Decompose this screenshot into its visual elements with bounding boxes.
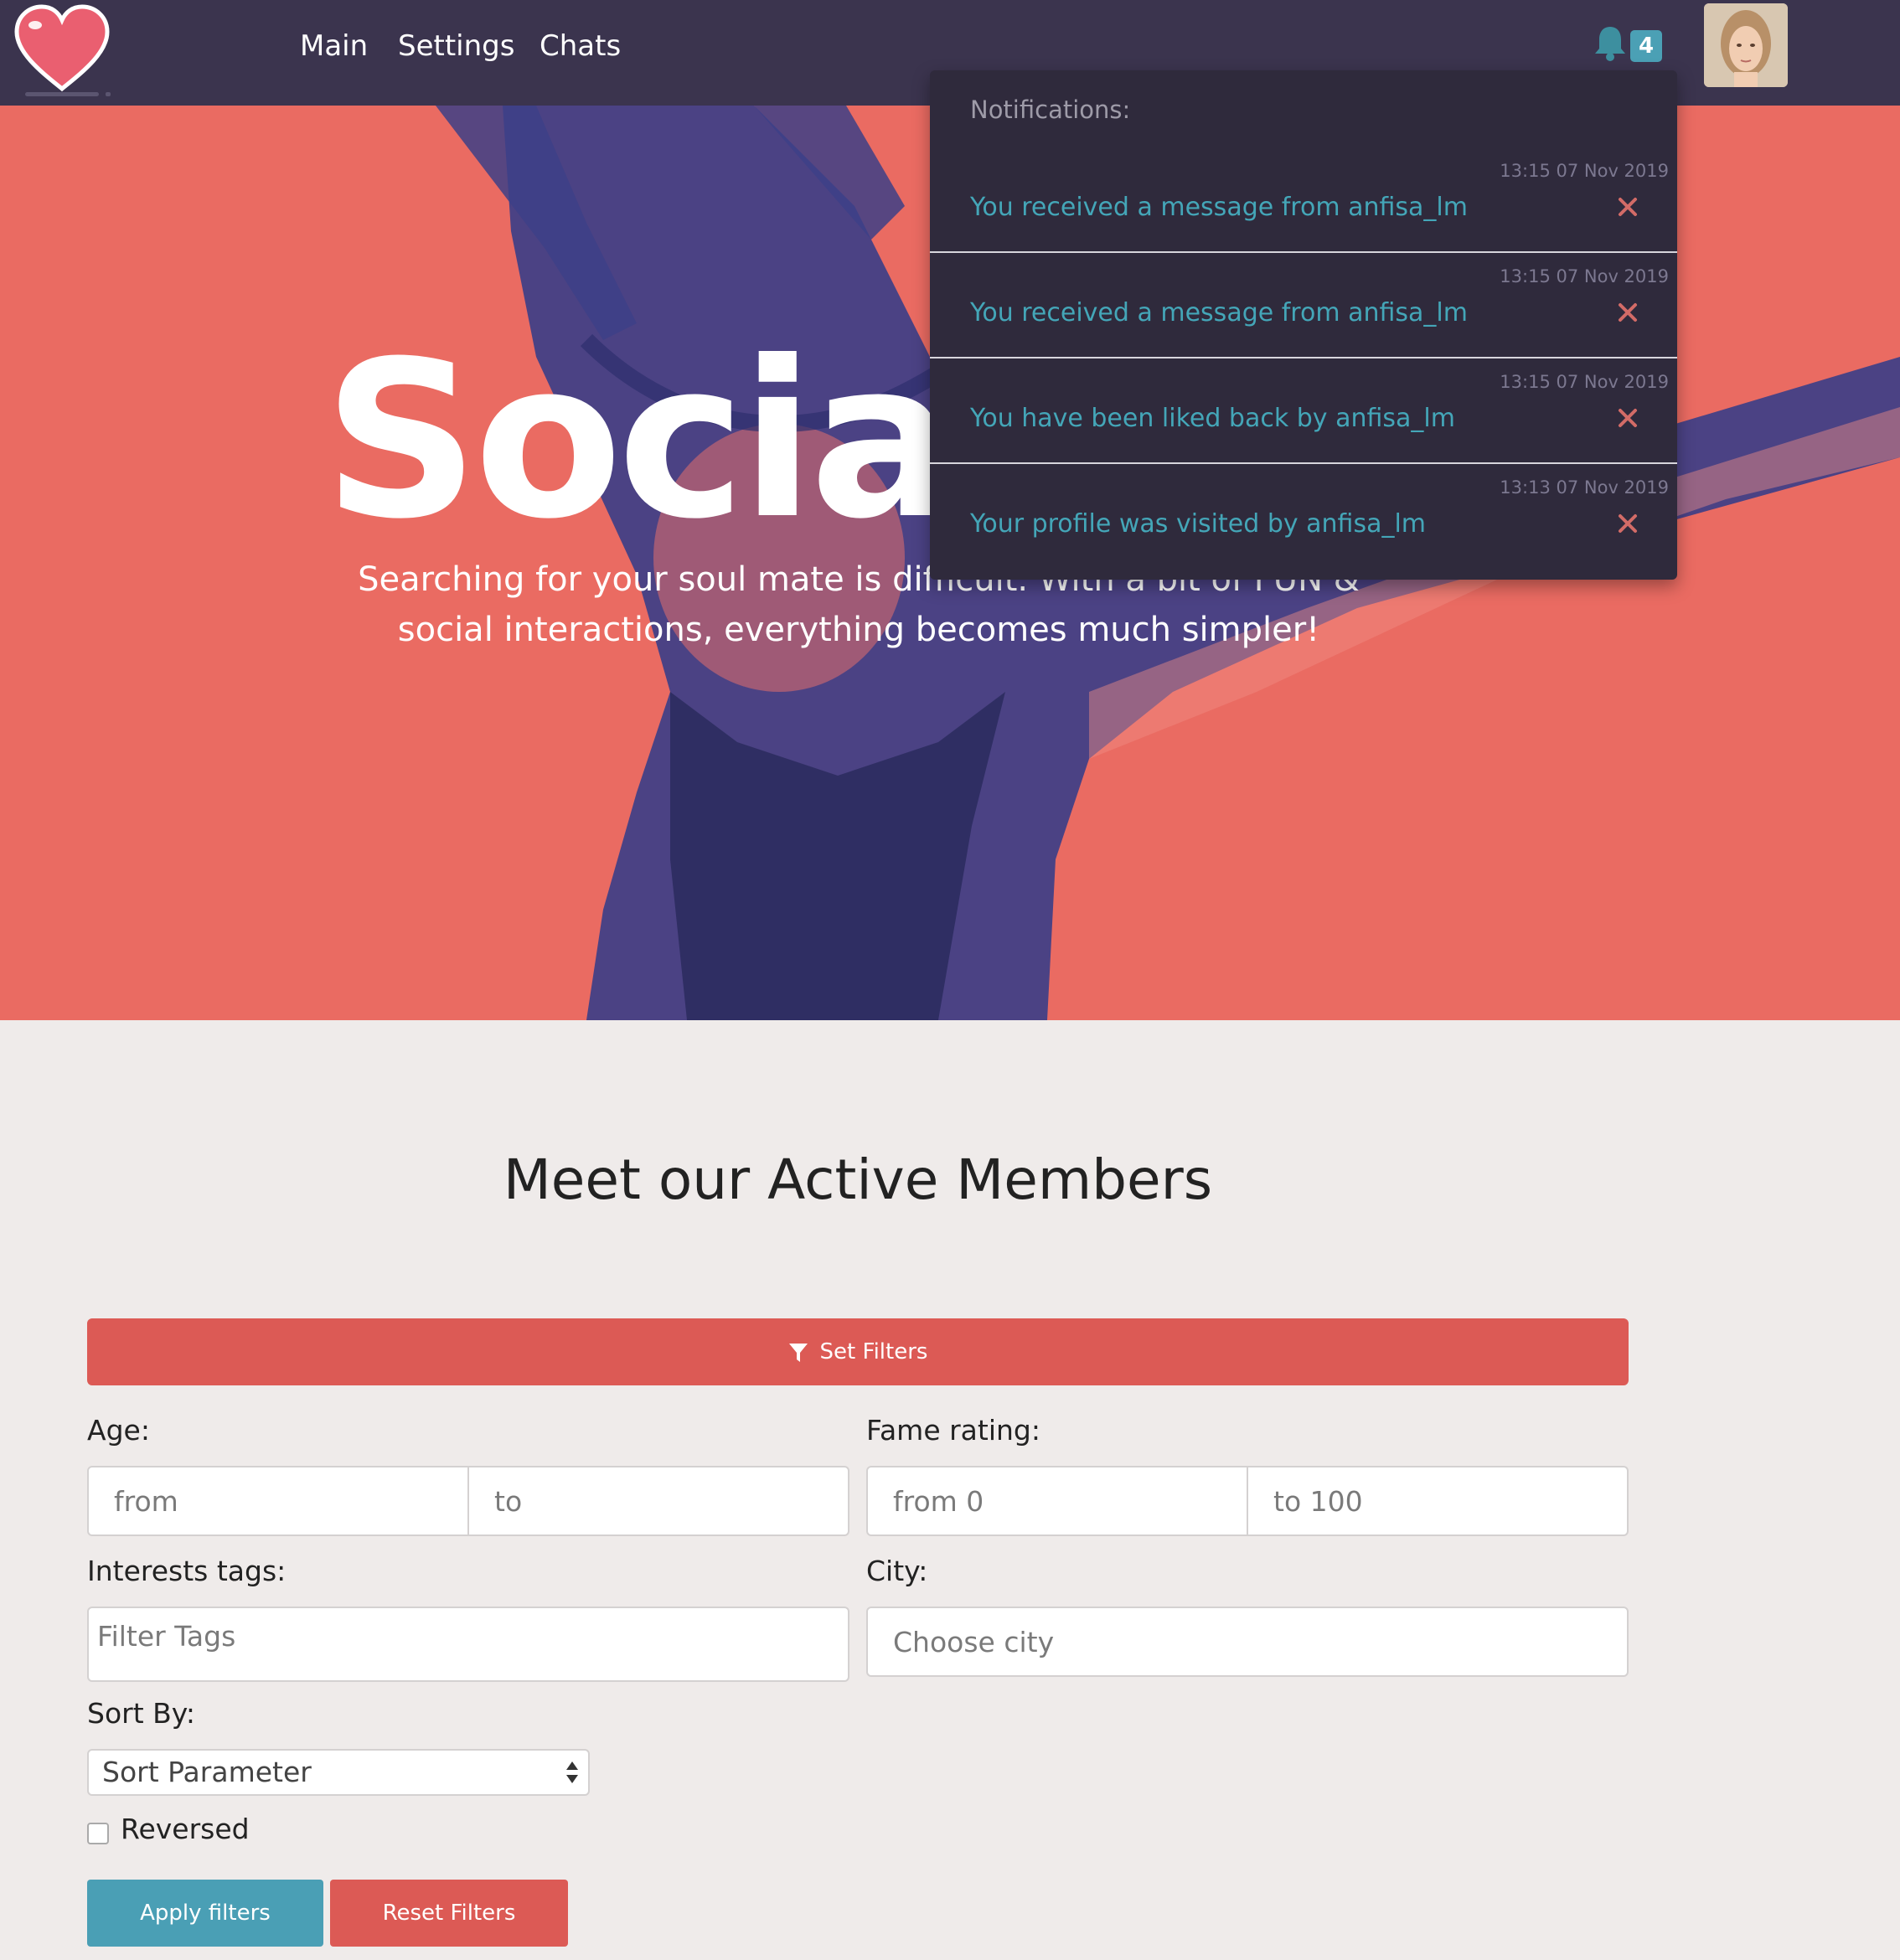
members-section-title: Meet our Active Members (503, 1148, 1213, 1212)
filter-tags-input[interactable] (87, 1607, 849, 1682)
logo-dot (106, 92, 111, 96)
close-icon[interactable] (1615, 405, 1640, 431)
notifications-dropdown: Notifications: 13:15 07 Nov 2019 You rec… (930, 70, 1677, 580)
bell-icon[interactable] (1593, 23, 1627, 62)
reversed-checkbox[interactable] (87, 1823, 109, 1844)
age-from-input[interactable] (87, 1466, 469, 1536)
set-filters-button[interactable]: Set Filters (87, 1318, 1629, 1385)
notification-text[interactable]: You have been liked back by anfisa_lm (970, 404, 1455, 433)
notification-item[interactable]: 13:15 07 Nov 2019 You have been liked ba… (930, 358, 1677, 464)
notification-item[interactable]: 13:15 07 Nov 2019 You received a message… (930, 253, 1677, 358)
sort-parameter-value: Sort Parameter (102, 1756, 312, 1788)
set-filters-label: Set Filters (819, 1339, 928, 1364)
select-arrows-icon (566, 1761, 578, 1783)
fame-from-input[interactable] (866, 1466, 1248, 1536)
notification-text[interactable]: Your profile was visited by anfisa_lm (970, 509, 1426, 539)
notification-count-badge[interactable]: 4 (1630, 30, 1662, 62)
close-icon[interactable] (1615, 300, 1640, 325)
sort-parameter-select[interactable]: Sort Parameter (87, 1749, 590, 1796)
notification-time: 13:13 07 Nov 2019 (1500, 477, 1669, 498)
notification-item[interactable]: 13:15 07 Nov 2019 You received a message… (930, 147, 1677, 253)
interests-tags-label: Interests tags: (87, 1555, 287, 1587)
age-label: Age: (87, 1414, 150, 1447)
hero-title: Socia (323, 315, 956, 566)
sort-by-label: Sort By: (87, 1697, 196, 1730)
filter-icon (788, 1343, 808, 1362)
user-avatar[interactable] (1704, 3, 1788, 87)
fame-to-input[interactable] (1247, 1466, 1629, 1536)
avatar-portrait-icon (1704, 3, 1788, 87)
notifications-header: Notifications: (970, 95, 1131, 124)
city-input[interactable] (866, 1607, 1629, 1677)
apply-filters-button[interactable]: Apply filters (87, 1880, 323, 1947)
reset-filters-button[interactable]: Reset Filters (330, 1880, 568, 1947)
notification-text[interactable]: You received a message from anfisa_lm (970, 298, 1468, 328)
heart-logo-icon[interactable] (10, 2, 114, 99)
nav-link-chats[interactable]: Chats (540, 23, 621, 69)
fame-rating-label: Fame rating: (866, 1414, 1040, 1447)
city-label: City: (866, 1555, 928, 1587)
reversed-label[interactable]: Reversed (121, 1813, 250, 1845)
notification-time: 13:15 07 Nov 2019 (1500, 266, 1669, 286)
notification-item[interactable]: 13:13 07 Nov 2019 Your profile was visit… (930, 464, 1677, 568)
nav-link-main[interactable]: Main (300, 23, 368, 69)
notification-text[interactable]: You received a message from anfisa_lm (970, 193, 1468, 222)
notification-time: 13:15 07 Nov 2019 (1500, 372, 1669, 392)
notification-time: 13:15 07 Nov 2019 (1500, 161, 1669, 181)
close-icon[interactable] (1615, 194, 1640, 219)
close-icon[interactable] (1615, 511, 1640, 536)
logo-underline (25, 92, 99, 96)
age-to-input[interactable] (467, 1466, 849, 1536)
nav-link-settings[interactable]: Settings (398, 23, 514, 69)
